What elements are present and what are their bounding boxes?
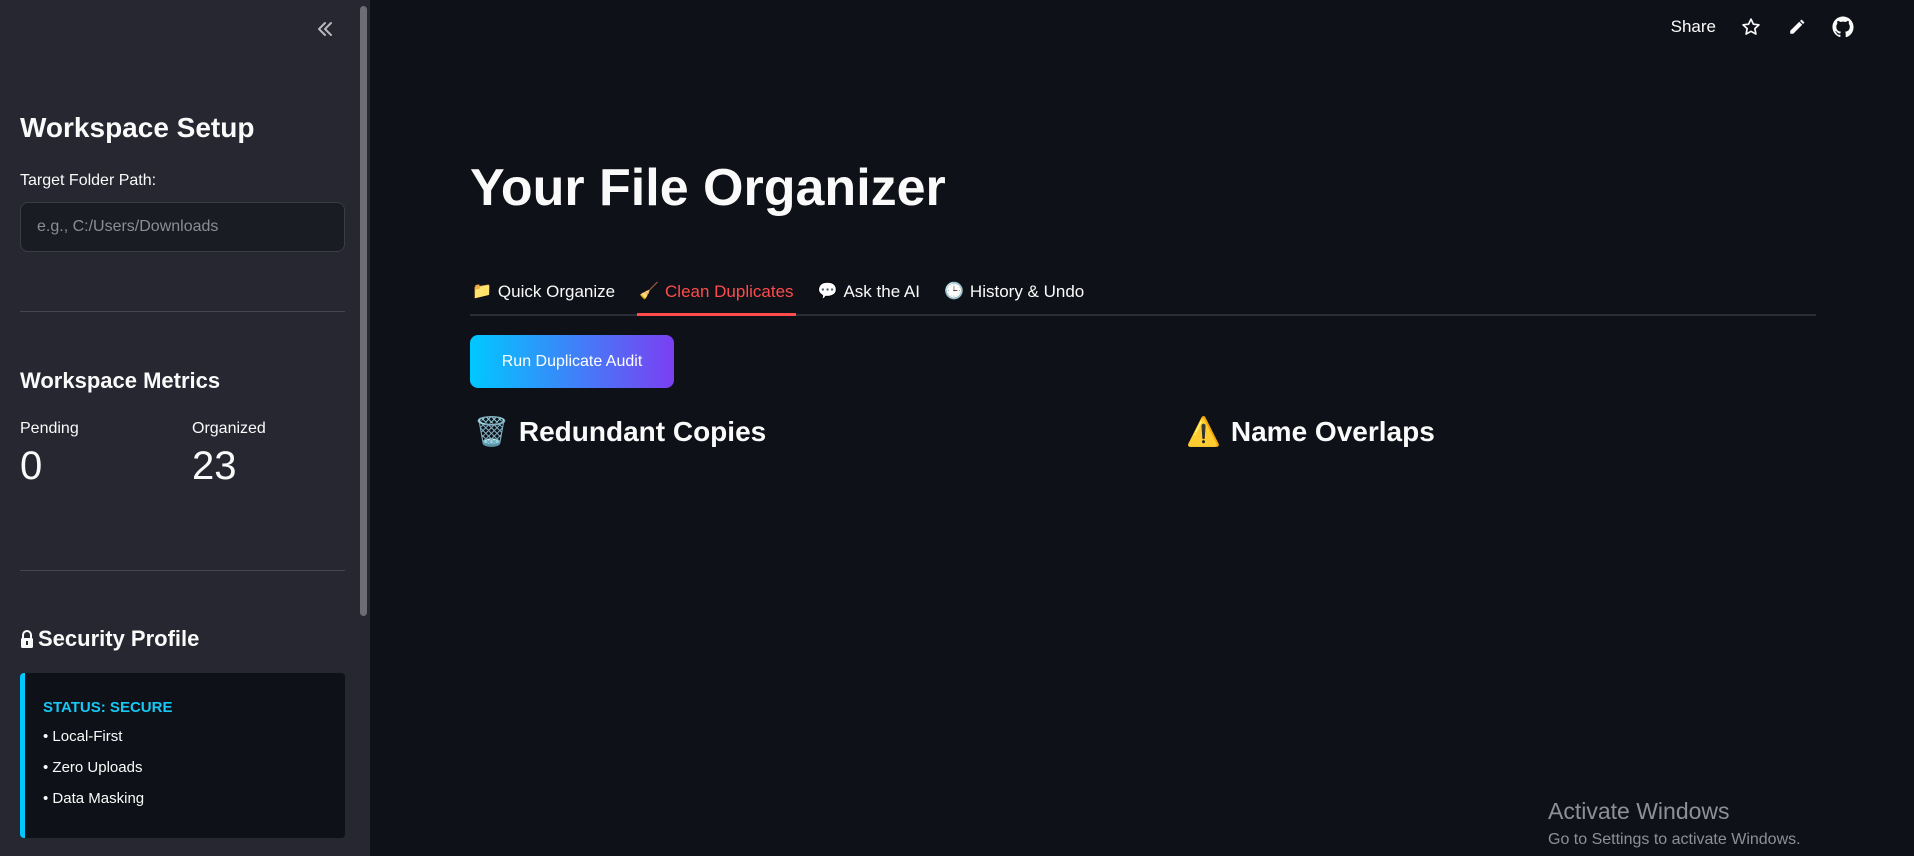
metric-pending-value: 0 (20, 444, 43, 488)
sidebar: Workspace Setup Target Folder Path: Work… (0, 0, 370, 856)
tab-quick-organize[interactable]: 📁 Quick Organize (470, 270, 617, 314)
watermark-subtitle: Go to Settings to activate Windows. (1548, 831, 1801, 848)
broom-icon: 🧹 (639, 283, 660, 300)
security-status-box: STATUS: SECURE • Local-First • Zero Uplo… (20, 673, 345, 838)
metric-pending: Pending 0 (20, 420, 79, 489)
security-item: • Local-First (43, 728, 123, 745)
security-profile-title: Security Profile (38, 626, 200, 651)
star-icon[interactable] (1740, 16, 1762, 38)
share-button[interactable]: Share (1671, 17, 1716, 37)
redundant-copies-heading: 🗑️ Redundant Copies (474, 416, 766, 448)
section-title: Name Overlaps (1230, 416, 1435, 447)
security-item: • Data Masking (43, 790, 145, 807)
name-overlaps-heading: ⚠️ Name Overlaps (1186, 416, 1435, 448)
tab-label: History & Undo (969, 282, 1085, 301)
workspace-metrics-heading: Workspace Metrics (20, 368, 221, 393)
tab-label: Ask the AI (843, 282, 920, 301)
main-content: Share Your File Organizer 📁 Quick Organi… (370, 0, 1914, 856)
section-title: Redundant Copies (518, 416, 767, 447)
app-root: Workspace Setup Target Folder Path: Work… (0, 0, 1914, 856)
tab-label: Quick Organize (497, 282, 616, 301)
sidebar-divider (20, 570, 345, 571)
trash-icon: 🗑️ (474, 416, 509, 447)
target-folder-label: Target Folder Path: (20, 172, 157, 189)
run-duplicate-audit-button[interactable]: Run Duplicate Audit (470, 335, 674, 388)
watermark-title: Activate Windows (1548, 798, 1730, 824)
sidebar-divider (20, 311, 345, 312)
tab-label: Clean Duplicates (665, 282, 794, 301)
metric-organized: Organized 23 (192, 420, 266, 489)
clock-icon: 🕒 (944, 283, 964, 300)
security-item: • Zero Uploads (43, 759, 143, 776)
windows-activation-watermark: Activate Windows Go to Settings to activ… (1548, 798, 1801, 849)
collapse-sidebar-button[interactable] (312, 16, 338, 42)
top-toolbar: Share (1671, 16, 1854, 38)
tab-ask-the-ai[interactable]: 💬 Ask the AI (816, 270, 922, 314)
metric-organized-label: Organized (192, 420, 266, 437)
warning-icon: ⚠️ (1186, 416, 1221, 447)
workspace-setup-heading: Workspace Setup (20, 112, 255, 143)
security-profile-heading: Security Profile (20, 626, 199, 652)
speech-bubble-icon: 💬 (817, 283, 838, 300)
metric-pending-label: Pending (20, 420, 79, 437)
security-status: STATUS: SECURE (43, 699, 173, 716)
tab-history-undo[interactable]: 🕒 History & Undo (942, 270, 1086, 314)
metric-organized-value: 23 (192, 444, 237, 488)
tab-bar: 📁 Quick Organize 🧹 Clean Duplicates 💬 As… (470, 270, 1816, 316)
double-chevron-left-icon (318, 22, 332, 36)
folder-icon: 📁 (472, 283, 492, 300)
tab-clean-duplicates[interactable]: 🧹 Clean Duplicates (637, 270, 796, 316)
sidebar-scrollbar[interactable] (360, 6, 367, 616)
pencil-icon[interactable] (1786, 16, 1808, 38)
page-title: Your File Organizer (470, 159, 946, 217)
lock-icon (21, 630, 33, 648)
target-folder-input[interactable] (20, 202, 345, 252)
github-icon[interactable] (1832, 16, 1854, 38)
